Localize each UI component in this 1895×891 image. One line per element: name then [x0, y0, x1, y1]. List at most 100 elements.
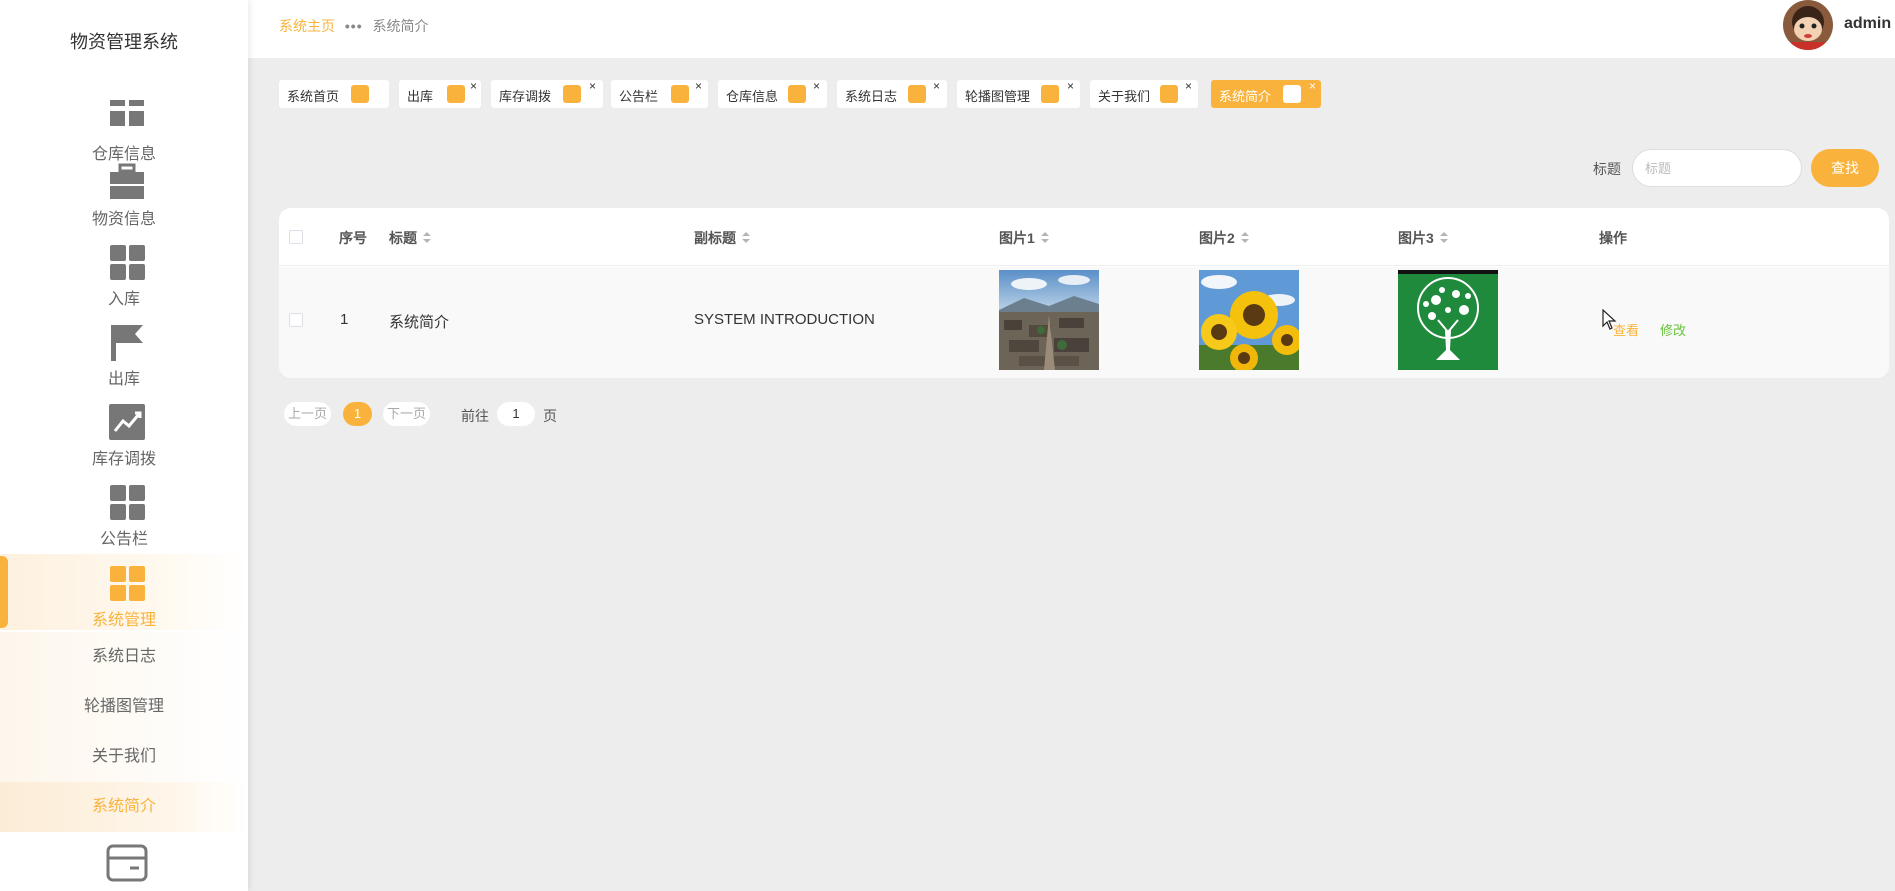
- close-icon[interactable]: ×: [470, 79, 477, 93]
- chart-icon: [109, 404, 145, 440]
- col-pic3-label: 图片3: [1398, 230, 1434, 246]
- briefcase-icon: [110, 163, 144, 199]
- row-image-1[interactable]: [999, 270, 1099, 370]
- tag-heart-icon: [908, 85, 926, 103]
- sidebar-item-label: 物资信息: [91, 211, 156, 228]
- grid-icon: [110, 566, 145, 601]
- sidebar-subitem-system-log[interactable]: 系统日志: [0, 632, 248, 682]
- sidebar-subitem-system-intro[interactable]: 系统简介: [0, 782, 248, 832]
- grid-icon: [110, 245, 145, 280]
- sort-icon[interactable]: [1240, 232, 1249, 244]
- breadcrumb: 系统主页 ••• 系统简介: [279, 16, 429, 36]
- close-icon[interactable]: ×: [589, 79, 596, 93]
- table-header: 序号 标题 副标题 图片1 图片2 图片3 操作: [279, 208, 1889, 266]
- data-table: 序号 标题 副标题 图片1 图片2 图片3 操作 1 系统简介 SYSTEM I…: [279, 208, 1889, 378]
- next-page-button[interactable]: 下一页: [383, 402, 431, 426]
- tag-label: 系统首页: [287, 89, 340, 104]
- tag-bulletin[interactable]: 公告栏 ×: [611, 79, 708, 108]
- tag-label: 库存调拨: [499, 89, 552, 104]
- row-checkbox[interactable]: [289, 313, 303, 327]
- prev-page-button[interactable]: 上一页: [284, 402, 332, 426]
- tag-home[interactable]: 系统首页: [279, 80, 389, 108]
- col-subtitle-label: 副标题: [694, 230, 736, 246]
- sidebar-item-label: 库存调拨: [91, 451, 156, 468]
- sidebar-item-label: 出库: [107, 371, 140, 388]
- tag-carousel[interactable]: 轮播图管理 ×: [957, 79, 1080, 108]
- sort-icon[interactable]: [423, 232, 431, 244]
- tag-heart-icon: [447, 85, 465, 103]
- sidebar-item-label: 仓库信息: [91, 146, 156, 163]
- sidebar-subitem-carousel[interactable]: 轮播图管理: [0, 682, 248, 732]
- row-image-2[interactable]: [1199, 270, 1299, 370]
- sidebar-item-stock-in[interactable]: 入库: [0, 243, 248, 322]
- tag-label: 出库: [407, 89, 434, 104]
- col-index: 序号: [339, 230, 367, 246]
- tag-heart-icon: [1160, 85, 1178, 103]
- tag-system-log[interactable]: 系统日志 ×: [837, 79, 947, 108]
- avatar[interactable]: [1783, 0, 1833, 50]
- mouse-cursor-icon: [1602, 309, 1617, 330]
- close-icon[interactable]: ×: [813, 79, 820, 93]
- sidebar-item-stock-transfer[interactable]: 库存调拨: [0, 403, 248, 482]
- tag-heart-icon: [563, 85, 581, 103]
- tag-system-intro[interactable]: 系统简介 ×: [1211, 79, 1321, 108]
- sort-icon[interactable]: [1439, 232, 1448, 244]
- sort-icon[interactable]: [1040, 232, 1049, 244]
- sidebar-item-material-info[interactable]: 物资信息: [0, 163, 248, 242]
- col-pic1[interactable]: 图片1: [999, 228, 1049, 248]
- app-title: 物资管理系统: [70, 32, 178, 52]
- col-pic1-label: 图片1: [999, 230, 1035, 246]
- close-icon[interactable]: ×: [933, 79, 940, 93]
- username[interactable]: admin: [1844, 15, 1891, 33]
- tag-label: 关于我们: [1098, 89, 1151, 104]
- grid-icon: [110, 485, 145, 520]
- sidebar-item-label: 系统管理: [91, 612, 156, 629]
- tag-label: 系统日志: [845, 89, 898, 104]
- sidebar-item-system-management[interactable]: 系统管理: [0, 554, 248, 630]
- tag-stock-out[interactable]: 出库 ×: [399, 79, 481, 108]
- row-image-3[interactable]: [1398, 270, 1498, 370]
- sidebar-item-more[interactable]: [0, 842, 248, 891]
- edit-button[interactable]: 修改: [1660, 320, 1686, 339]
- sidebar-item-bulletin[interactable]: 公告栏: [0, 483, 248, 562]
- sidebar: 物资管理系统 仓库信息 物资信息 入库 出库 库存调拨 公告栏 系统管理 系统日…: [0, 0, 248, 891]
- tag-label: 仓库信息: [726, 89, 779, 104]
- select-all-checkbox[interactable]: [289, 230, 303, 244]
- close-icon[interactable]: ×: [695, 79, 702, 93]
- col-title-label: 标题: [389, 230, 417, 246]
- tag-heart-icon: [1041, 85, 1059, 103]
- goto-label: 前往: [461, 408, 489, 424]
- search-input[interactable]: [1632, 149, 1802, 187]
- breadcrumb-home[interactable]: 系统主页: [279, 18, 335, 34]
- close-icon[interactable]: ×: [1185, 79, 1192, 93]
- page-jump-input[interactable]: 1: [497, 402, 535, 426]
- col-pic3[interactable]: 图片3: [1398, 228, 1448, 248]
- avatar-image: [1783, 0, 1833, 50]
- tag-about-us[interactable]: 关于我们 ×: [1090, 79, 1198, 108]
- tag-stock-transfer[interactable]: 库存调拨 ×: [491, 79, 603, 108]
- page-unit-label: 页: [543, 408, 557, 424]
- grid-icon: [110, 100, 144, 126]
- sidebar-item-stock-out[interactable]: 出库: [0, 323, 248, 402]
- col-ops: 操作: [1599, 230, 1627, 246]
- tag-heart-icon: [788, 85, 806, 103]
- close-icon[interactable]: ×: [1067, 79, 1074, 93]
- search-button[interactable]: 查找: [1811, 149, 1879, 187]
- row-subtitle: SYSTEM INTRODUCTION: [694, 311, 875, 328]
- tag-warehouse-info[interactable]: 仓库信息 ×: [718, 79, 827, 108]
- sort-icon[interactable]: [742, 232, 750, 244]
- col-subtitle[interactable]: 副标题: [694, 228, 750, 248]
- sidebar-subitem-about-us[interactable]: 关于我们: [0, 732, 248, 782]
- col-pic2[interactable]: 图片2: [1199, 228, 1249, 248]
- tag-label: 轮播图管理: [965, 89, 1031, 104]
- search-label: 标题: [1593, 161, 1621, 177]
- breadcrumb-separator: •••: [344, 18, 363, 34]
- top-header: 系统主页 ••• 系统简介 admin: [248, 0, 1895, 58]
- current-page-number[interactable]: 1: [343, 402, 372, 426]
- card-icon: [106, 844, 148, 882]
- close-icon[interactable]: ×: [1309, 79, 1316, 93]
- flag-icon: [111, 325, 143, 361]
- breadcrumb-current: 系统简介: [372, 18, 429, 34]
- col-pic2-label: 图片2: [1199, 230, 1235, 246]
- col-title[interactable]: 标题: [389, 228, 431, 248]
